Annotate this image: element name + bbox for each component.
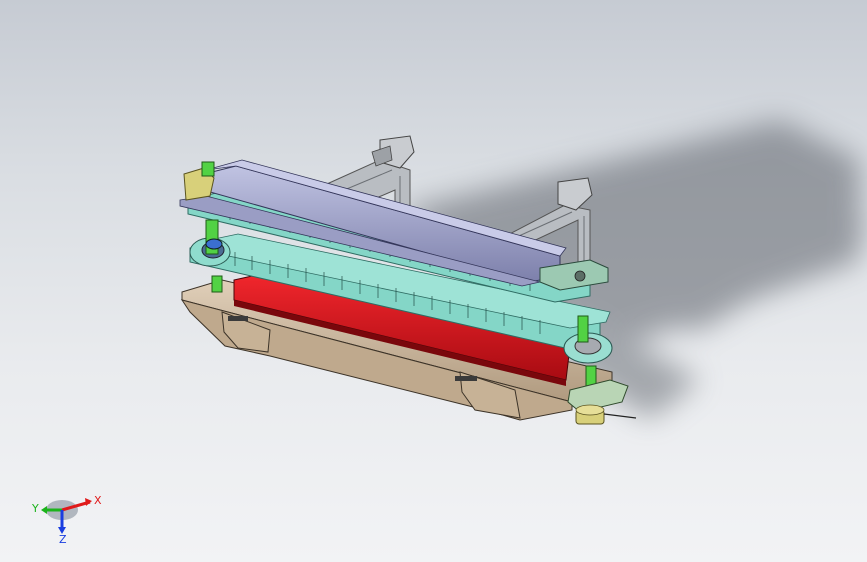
z-axis-label: Z <box>59 533 67 544</box>
cad-model-view[interactable] <box>0 0 867 562</box>
axis-triad[interactable]: X Y Z <box>30 488 110 544</box>
x-axis-label: X <box>94 494 102 507</box>
x-axis-arrowhead <box>85 498 92 506</box>
left-end-cap[interactable] <box>183 161 215 201</box>
cad-viewport[interactable]: X Y Z <box>0 0 867 562</box>
y-axis-arrowhead <box>41 506 47 514</box>
y-axis-label: Y <box>31 502 39 515</box>
